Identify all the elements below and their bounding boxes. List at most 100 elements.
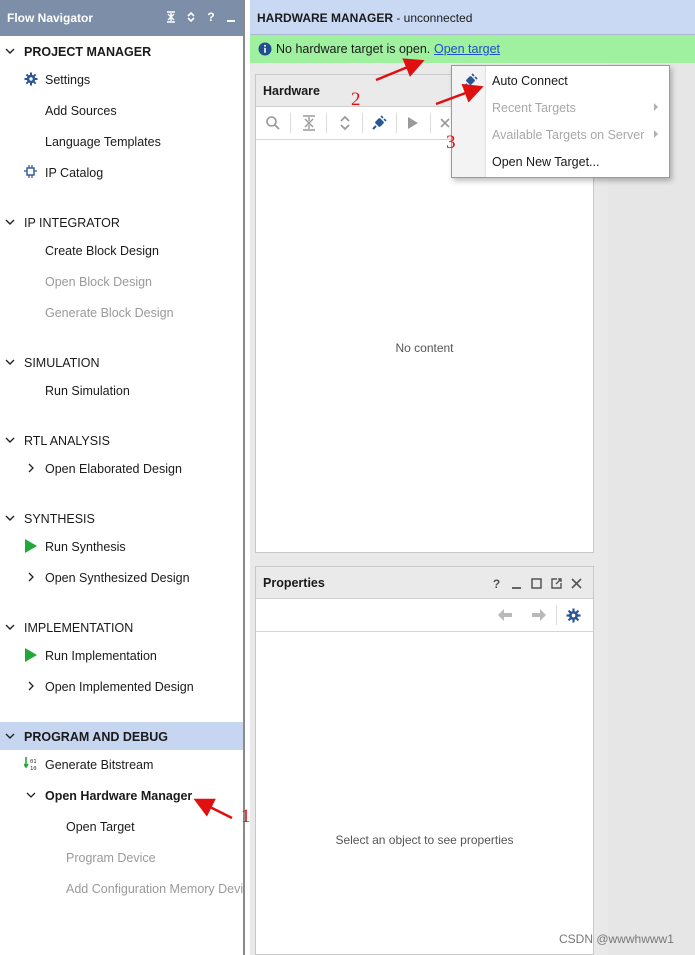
nav-item-add-sources[interactable]: Add Sources [0, 96, 243, 124]
chevron-down-icon [5, 48, 15, 54]
flow-navigator: Flow Navigator ? PROJECT MANAGER Setting… [0, 0, 243, 955]
section-label: PROJECT MANAGER [24, 45, 152, 59]
open-target-menu: Auto Connect Recent Targets Available Ta… [451, 65, 670, 178]
nav-item-create-block-design[interactable]: Create Block Design [0, 236, 243, 264]
float-icon[interactable] [550, 577, 563, 590]
nav-item-label: IP Catalog [45, 166, 104, 180]
chevron-down-icon [5, 624, 15, 630]
chevron-right-icon[interactable] [26, 463, 36, 473]
help-icon[interactable]: ? [490, 577, 503, 591]
nav-item-settings[interactable]: Settings [0, 65, 243, 93]
menu-item-auto-connect[interactable]: Auto Connect [452, 67, 669, 94]
nav-item-label: Generate Bitstream [45, 758, 154, 772]
minimize-icon[interactable] [510, 577, 523, 590]
nav-item-label: Add Sources [45, 104, 117, 118]
menu-item-label: Available Targets on Server [492, 128, 645, 142]
section-label: RTL ANALYSIS [24, 434, 110, 448]
play-icon [25, 648, 37, 662]
section-synthesis[interactable]: SYNTHESIS [0, 504, 243, 532]
expand-icon[interactable] [185, 10, 197, 24]
properties-empty-text: Select an object to see properties [335, 833, 514, 847]
minimize-icon[interactable] [225, 10, 237, 24]
bitstream-icon: 0110 [24, 757, 37, 771]
nav-item-label: Open Block Design [45, 275, 153, 289]
chevron-right-icon[interactable] [26, 681, 36, 691]
properties-panel-header: Properties ? [256, 567, 593, 599]
hardware-manager-status: - unconnected [393, 11, 473, 25]
nav-item-label: Create Block Design [45, 244, 159, 258]
nav-item-open-block-design: Open Block Design [0, 267, 243, 295]
section-label: SIMULATION [24, 356, 100, 370]
watermark: CSDN @wwwhwww1 [559, 932, 674, 946]
svg-text:01: 01 [30, 759, 37, 765]
nav-item-open-hardware-manager[interactable]: Open Hardware Manager [0, 781, 243, 809]
nav-item-label: Add Configuration Memory Device [66, 882, 243, 896]
chevron-down-icon [5, 359, 15, 365]
chevron-right-icon[interactable] [26, 572, 36, 582]
collapse-all-icon[interactable] [165, 10, 177, 24]
flow-navigator-title: Flow Navigator [7, 11, 94, 25]
banner-message: No hardware target is open. [276, 42, 431, 56]
nav-item-open-elaborated-design[interactable]: Open Elaborated Design [0, 454, 243, 482]
menu-item-label: Recent Targets [492, 101, 576, 115]
nav-item-run-synthesis[interactable]: Run Synthesis [0, 532, 243, 560]
section-simulation[interactable]: SIMULATION [0, 348, 243, 376]
back-icon[interactable] [496, 606, 514, 624]
svg-text:10: 10 [30, 766, 37, 771]
menu-item-label: Open New Target... [492, 155, 600, 169]
menu-item-label: Auto Connect [492, 74, 568, 88]
nav-item-open-implemented-design[interactable]: Open Implemented Design [0, 672, 243, 700]
chevron-down-icon [5, 515, 15, 521]
nav-item-label: Open Elaborated Design [45, 462, 182, 476]
nav-item-label: Settings [45, 73, 91, 87]
nav-item-label: Run Implementation [45, 649, 157, 663]
gear-icon [24, 72, 38, 86]
play-icon [25, 539, 37, 553]
hardware-manager-title-bold: HARDWARE MANAGER [257, 11, 393, 25]
nav-item-label: Run Synthesis [45, 540, 126, 554]
expand-all-icon[interactable] [336, 114, 354, 132]
nav-item-open-synthesized-design[interactable]: Open Synthesized Design [0, 563, 243, 591]
run-icon[interactable] [404, 114, 422, 132]
close-icon[interactable] [570, 577, 583, 590]
ip-catalog-icon [24, 165, 37, 178]
chevron-down-icon [5, 437, 15, 443]
section-ip-integrator[interactable]: IP INTEGRATOR [0, 208, 243, 236]
annotation-number-1: 1 [241, 806, 251, 827]
chevron-down-icon [5, 219, 15, 225]
hardware-manager-title: HARDWARE MANAGER - unconnected [257, 11, 472, 25]
properties-toolbar [256, 599, 593, 632]
search-icon[interactable] [264, 114, 282, 132]
nav-item-label: Program Device [66, 851, 156, 865]
nav-item-language-templates[interactable]: Language Templates [0, 127, 243, 155]
menu-item-available-targets-on-server: Available Targets on Server [452, 121, 669, 148]
submenu-arrow-icon [654, 130, 658, 138]
nav-item-run-simulation[interactable]: Run Simulation [0, 376, 243, 404]
submenu-arrow-icon [654, 103, 658, 111]
gear-icon[interactable] [564, 606, 582, 624]
nav-item-add-configuration-memory-device: Add Configuration Memory Device [0, 874, 243, 902]
nav-item-run-implementation[interactable]: Run Implementation [0, 641, 243, 669]
menu-item-open-new-target[interactable]: Open New Target... [452, 148, 669, 175]
no-target-banner: No hardware target is open. Open target [250, 35, 695, 63]
section-implementation[interactable]: IMPLEMENTATION [0, 613, 243, 641]
open-target-link[interactable]: Open target [434, 42, 500, 56]
collapse-all-icon[interactable] [300, 114, 318, 132]
help-icon[interactable]: ? [205, 10, 217, 24]
forward-icon[interactable] [530, 606, 548, 624]
maximize-icon[interactable] [530, 577, 543, 590]
chevron-down-icon[interactable] [26, 790, 36, 800]
nav-item-open-target[interactable]: Open Target [0, 812, 243, 840]
section-project-manager[interactable]: PROJECT MANAGER [0, 37, 243, 65]
nav-item-program-device: Program Device [0, 843, 243, 871]
section-rtl-analysis[interactable]: RTL ANALYSIS [0, 426, 243, 454]
properties-panel: Properties ? Select an object to see pro… [255, 566, 594, 955]
menu-item-recent-targets: Recent Targets [452, 94, 669, 121]
nav-item-ip-catalog[interactable]: IP Catalog [0, 158, 243, 186]
annotation-number-2: 2 [351, 89, 361, 110]
auto-connect-icon[interactable] [370, 114, 388, 132]
hardware-manager-header: HARDWARE MANAGER - unconnected [250, 0, 695, 35]
nav-item-label: Run Simulation [45, 384, 130, 398]
nav-item-generate-bitstream[interactable]: 01 10 Generate Bitstream [0, 750, 243, 778]
section-program-and-debug[interactable]: PROGRAM AND DEBUG [0, 722, 243, 750]
